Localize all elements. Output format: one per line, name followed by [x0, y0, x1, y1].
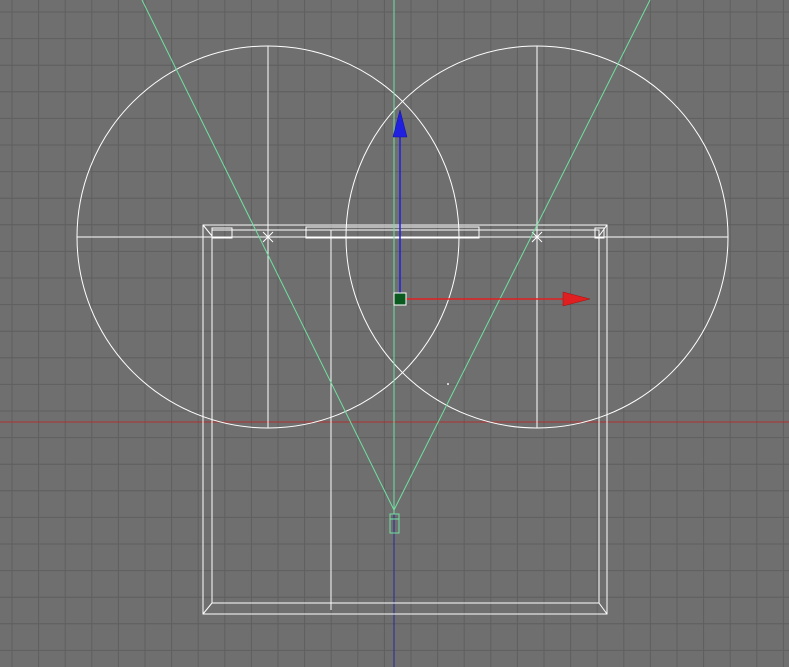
move-arrow-y-icon[interactable] — [392, 109, 408, 138]
box-wireframe[interactable] — [202, 224, 608, 615]
right-sphere-wireframe[interactable] — [345, 45, 729, 429]
camera-frustum — [141, 0, 651, 511]
3d-viewport[interactable] — [0, 0, 789, 667]
viewport-canvas[interactable] — [0, 0, 789, 667]
transform-gizmo[interactable] — [392, 109, 591, 307]
selection-dot — [447, 383, 449, 385]
pivot-handle-icon[interactable] — [393, 292, 407, 306]
move-arrow-x-icon[interactable] — [562, 291, 591, 307]
